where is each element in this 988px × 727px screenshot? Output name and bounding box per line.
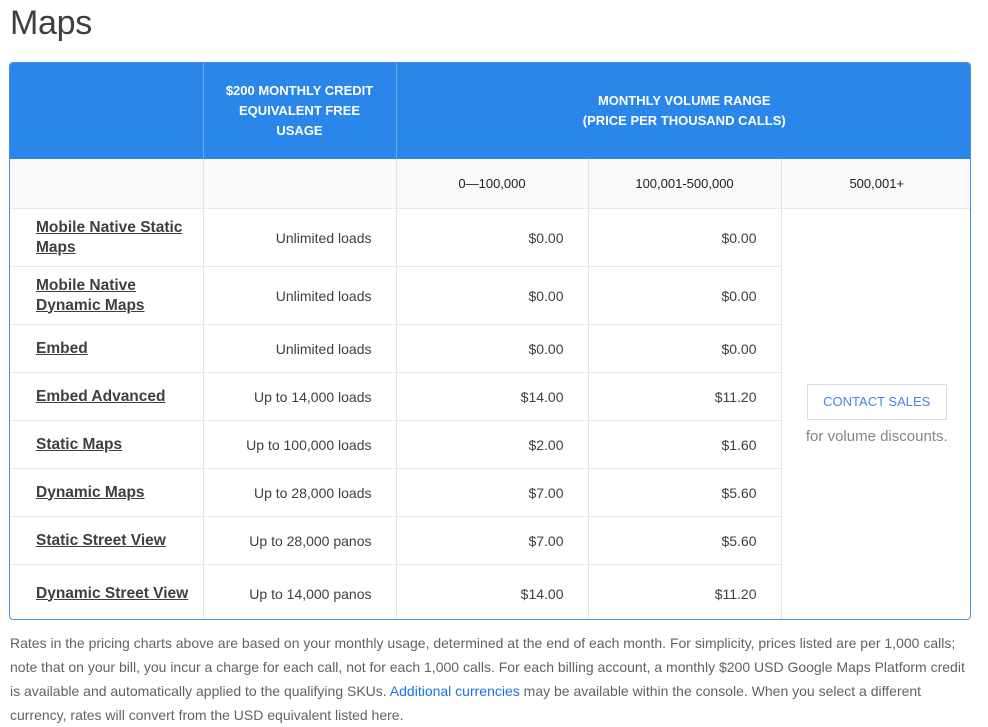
range-empty-cell (202, 159, 396, 209)
product-link[interactable]: Static Maps (36, 435, 122, 455)
range-tier-2: 100,001-500,000 (587, 159, 781, 209)
product-link[interactable]: Embed (36, 339, 88, 359)
product-cell: Dynamic Street View (10, 564, 203, 619)
price-tier-2: $11.20 (587, 372, 781, 421)
price-tier-2: $0.00 (587, 208, 781, 267)
header-empty-cell (10, 63, 203, 159)
price-tier-1: $14.00 (395, 372, 588, 421)
contact-sales-cell: CONTACT SALES for volume discounts. (780, 208, 970, 619)
page-title: Maps (10, 4, 92, 42)
free-usage-cell: Up to 28,000 loads (202, 468, 396, 517)
product-link[interactable]: Static Street View (36, 531, 166, 551)
pricing-table: $200 MONTHLY CREDIT EQUIVALENT FREE USAG… (9, 62, 971, 620)
price-tier-2: $5.60 (587, 516, 781, 565)
free-usage-cell: Unlimited loads (202, 324, 396, 373)
price-tier-1: $7.00 (395, 516, 588, 565)
volume-discount-note: for volume discounts. (805, 427, 948, 445)
product-cell: Mobile Native Dynamic Maps (10, 266, 203, 325)
product-cell: Embed (10, 324, 203, 373)
price-tier-2: $0.00 (587, 324, 781, 373)
price-tier-1: $0.00 (395, 208, 588, 267)
free-usage-cell: Up to 100,000 loads (202, 420, 396, 469)
contact-sales-button[interactable]: CONTACT SALES (806, 383, 947, 420)
range-tier-1: 0—100,000 (395, 159, 588, 209)
price-tier-1: $14.00 (395, 564, 588, 619)
price-tier-2: $11.20 (587, 564, 781, 619)
product-cell: Static Maps (10, 420, 203, 469)
free-usage-cell: Up to 28,000 panos (202, 516, 396, 565)
pricing-footnote: Rates in the pricing charts above are ba… (10, 631, 976, 727)
free-usage-cell: Up to 14,000 loads (202, 372, 396, 421)
price-tier-1: $0.00 (395, 266, 588, 325)
product-link[interactable]: Dynamic Street View (36, 584, 188, 604)
header-volume-subtitle: (PRICE PER THOUSAND CALLS) (582, 113, 786, 128)
product-cell: Static Street View (10, 516, 203, 565)
price-tier-2: $1.60 (587, 420, 781, 469)
free-usage-cell: Unlimited loads (202, 266, 396, 325)
product-link[interactable]: Mobile Native Dynamic Maps (36, 276, 197, 316)
header-credit: $200 MONTHLY CREDIT EQUIVALENT FREE USAG… (202, 63, 396, 159)
product-cell: Dynamic Maps (10, 468, 203, 517)
product-link[interactable]: Dynamic Maps (36, 483, 145, 503)
header-volume-range: MONTHLY VOLUME RANGE (PRICE PER THOUSAND… (395, 63, 970, 159)
price-tier-2: $5.60 (587, 468, 781, 517)
free-usage-cell: Unlimited loads (202, 208, 396, 267)
product-link[interactable]: Mobile Native Static Maps (36, 218, 197, 258)
product-cell: Embed Advanced (10, 372, 203, 421)
free-usage-cell: Up to 14,000 panos (202, 564, 396, 619)
range-empty-cell (10, 159, 203, 209)
price-tier-1: $2.00 (395, 420, 588, 469)
price-tier-1: $0.00 (395, 324, 588, 373)
table-row: Mobile Native Static Maps Unlimited load… (10, 208, 970, 619)
product-link[interactable]: Embed Advanced (36, 387, 166, 407)
price-tier-2: $0.00 (587, 266, 781, 325)
additional-currencies-link[interactable]: Additional currencies (390, 683, 520, 699)
price-tier-1: $7.00 (395, 468, 588, 517)
header-volume-title: MONTHLY VOLUME RANGE (597, 93, 771, 108)
range-tier-3: 500,001+ (780, 159, 970, 209)
product-cell: Mobile Native Static Maps (10, 208, 203, 267)
